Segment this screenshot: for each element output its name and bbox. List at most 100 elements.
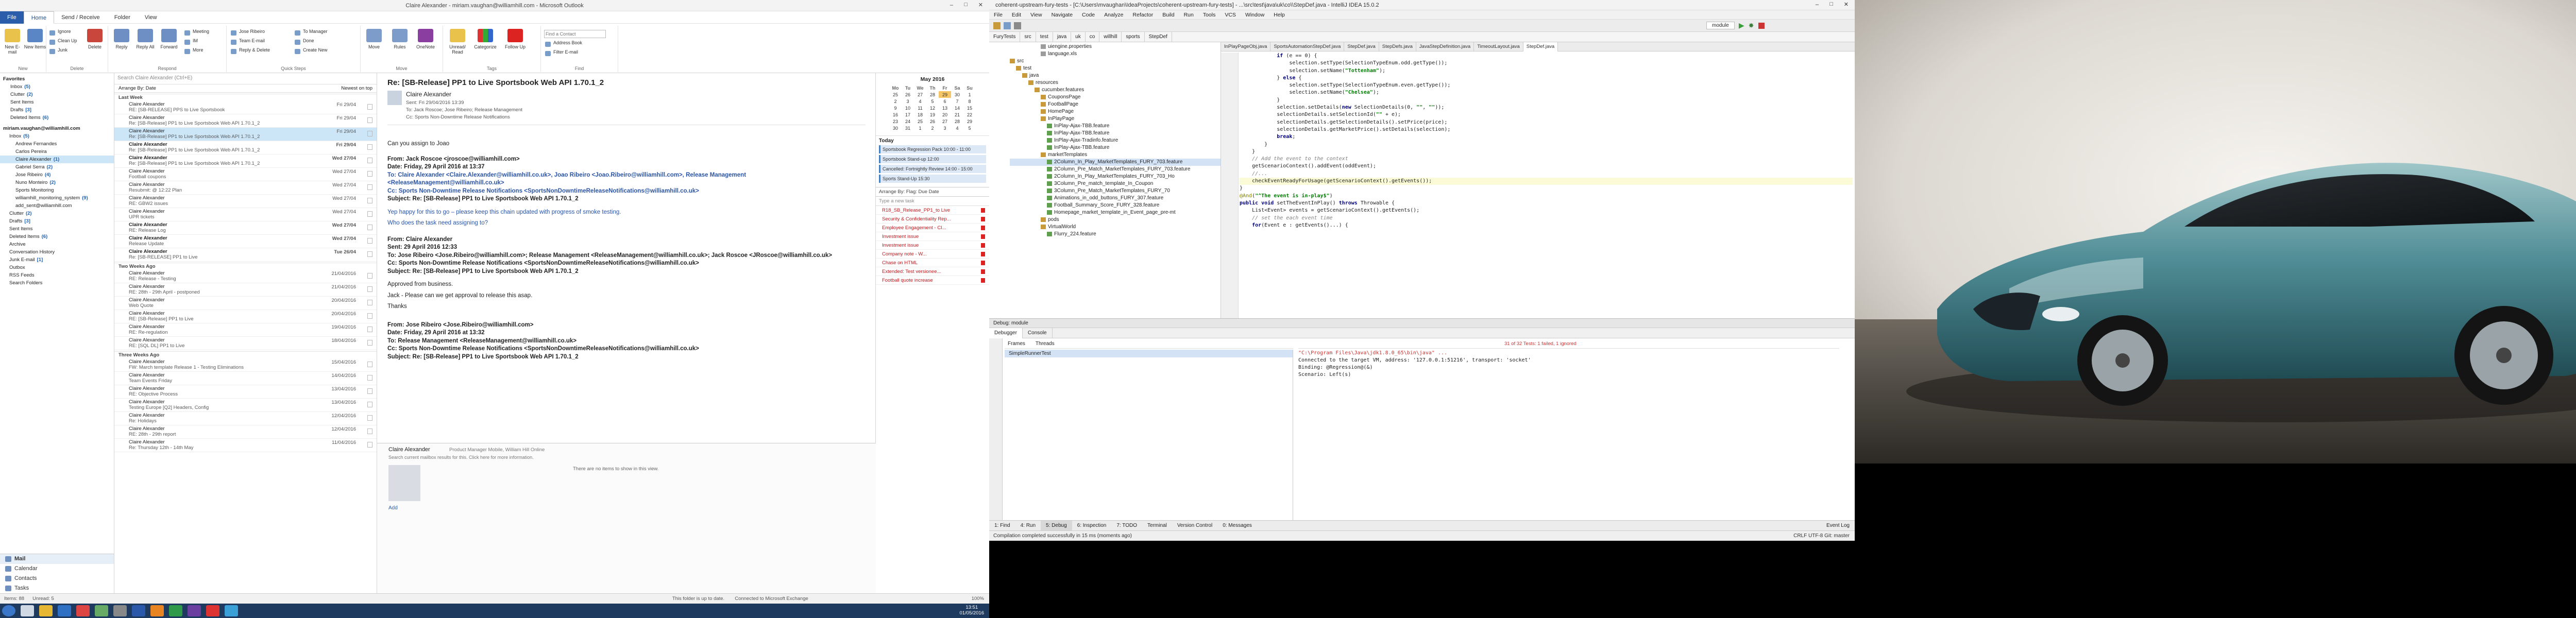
taskbar-acrobat-icon[interactable] (206, 605, 219, 616)
menu-run[interactable]: Run (1184, 12, 1194, 18)
clean-up-button[interactable]: Clean Up (48, 38, 77, 46)
list-item[interactable]: Claire Alexander RE: Release Log Wed 27/04 (114, 221, 377, 235)
calendar-day[interactable]: 10 (902, 105, 914, 111)
flag-icon[interactable] (367, 313, 372, 319)
tree-node[interactable]: uiengine.properties (1010, 43, 1221, 50)
quickstep-team[interactable]: Team E-mail (230, 38, 265, 46)
list-item[interactable]: Claire Alexander RE: GBW2 issues Wed 27/04 (114, 195, 377, 208)
quickstep-done[interactable]: Done (294, 38, 314, 46)
flag-icon[interactable] (367, 428, 372, 434)
flag-icon[interactable] (367, 104, 372, 110)
calendar-day[interactable]: 8 (963, 98, 976, 105)
task-item[interactable]: Football quote increase (876, 276, 989, 285)
new-task-input[interactable]: Type a new task (876, 197, 989, 206)
meeting-button[interactable]: Meeting (183, 29, 209, 37)
tree-node[interactable]: 3Column_Pre_Match_MarketTemplates_FURY_7… (1010, 187, 1221, 195)
favorite-folder[interactable]: Sent Items (0, 98, 114, 106)
menu-analyze[interactable]: Analyze (1104, 12, 1123, 18)
calendar-day[interactable]: 2 (889, 98, 902, 105)
message-sender[interactable]: Claire Alexander (406, 91, 451, 98)
reply-all-button[interactable]: Reply All (134, 28, 157, 57)
clock[interactable]: 13:51 01/05/2016 (959, 605, 984, 616)
mail-folder[interactable]: Outbox (0, 264, 114, 271)
nav-contacts[interactable]: Contacts (0, 574, 114, 583)
mail-folder[interactable]: Sent Items (0, 225, 114, 233)
list-item[interactable]: Claire Alexander UPR tickets Wed 27/04 (114, 208, 377, 221)
list-item[interactable]: Claire Alexander Team Events Friday 14/04/… (114, 372, 377, 385)
calendar-day[interactable]: 17 (902, 111, 914, 118)
calendar-day[interactable]: 23 (889, 118, 902, 125)
tree-node[interactable]: java (1010, 72, 1221, 79)
flag-icon[interactable] (367, 415, 372, 421)
tree-node[interactable]: FootballPage (1010, 101, 1221, 108)
favorites-header[interactable]: Favorites (0, 75, 114, 83)
tree-node[interactable]: 2Column_In_Play_MarketTemplates_FURY_703… (1010, 159, 1221, 166)
debug-icon[interactable]: ✸ (1749, 22, 1754, 30)
tree-node[interactable]: Football_Summary_Score_FURY_328.feature (1010, 202, 1221, 209)
mail-folder[interactable]: Drafts [3] (0, 217, 114, 225)
menu-build[interactable]: Build (1162, 12, 1174, 18)
event-log-button[interactable]: Event Log (1821, 521, 1855, 531)
list-item[interactable]: Claire Alexander RE: Release - Testing 21/… (114, 270, 377, 283)
more-button[interactable]: More (183, 47, 204, 56)
arrange-by[interactable]: Arrange By: Date (118, 85, 156, 91)
flag-icon[interactable] (367, 251, 372, 257)
calendar-day[interactable]: 28 (951, 118, 963, 125)
breadcrumb-item[interactable]: FuryTests (989, 31, 1021, 42)
task-item[interactable]: Security & Confidentiality Rep... (876, 215, 989, 224)
list-group-header[interactable]: Last Week (114, 94, 377, 101)
editor-tab[interactable]: StepDef.java (1344, 42, 1379, 52)
tree-node[interactable]: 2Column_Pre_Match_MarketTemplates_FURY_7… (1010, 166, 1221, 173)
flag-icon[interactable] (367, 286, 372, 292)
mail-folder[interactable]: Clutter (2) (0, 210, 114, 217)
mail-folder[interactable]: Junk E-mail [1] (0, 256, 114, 264)
tree-node[interactable]: InPlay-Ajax-Tradinfo.feature (1010, 137, 1221, 144)
list-item[interactable]: Claire Alexander Resubmit: @ 12:22 Plan We… (114, 181, 377, 195)
quickstep-jose[interactable]: Jose Ribeiro (230, 29, 265, 37)
people-name[interactable]: Claire Alexander (388, 447, 430, 453)
menu-refactor[interactable]: Refactor (1133, 12, 1154, 18)
flag-icon[interactable] (367, 225, 372, 230)
calendar-day[interactable]: 11 (914, 105, 926, 111)
menu-file[interactable]: File (994, 12, 1003, 18)
calendar-day[interactable]: 21 (951, 111, 963, 118)
flag-icon[interactable] (367, 402, 372, 407)
tool-window-tab[interactable]: 5: Debug (1041, 520, 1072, 531)
calendar-day[interactable]: 5 (963, 125, 976, 131)
calendar-day[interactable]: 14 (951, 105, 963, 111)
calendar-day[interactable]: 5 (926, 98, 939, 105)
breadcrumb-item[interactable]: test (1036, 31, 1053, 42)
calendar-day[interactable]: 15 (963, 105, 976, 111)
task-item[interactable]: Chase on HTML (876, 259, 989, 267)
maximize-icon[interactable]: □ (964, 2, 968, 8)
appointment[interactable]: Sportsbook Regression Pack 10:00 - 11:00 (879, 145, 986, 153)
tool-window-tab[interactable]: 0: Messages (1217, 521, 1257, 531)
tree-node[interactable]: language.xls (1010, 50, 1221, 58)
favorite-folder[interactable]: Clutter (2) (0, 91, 114, 98)
new-items-button[interactable]: New Items (24, 28, 46, 57)
calendar-day[interactable]: 29 (939, 91, 951, 98)
tree-node[interactable]: InPlay-Ajax-TBB.feature (1010, 123, 1221, 130)
menu-navigate[interactable]: Navigate (1052, 12, 1073, 18)
tool-window-tab[interactable]: Terminal (1142, 521, 1172, 531)
tree-node[interactable]: Homepage_market_template_in_Event_page_p… (1010, 209, 1221, 216)
tree-node[interactable]: VirtualWorld (1010, 224, 1221, 231)
tab-view[interactable]: View (138, 11, 164, 24)
ignore-button[interactable]: Ignore (48, 29, 71, 37)
list-item[interactable]: Claire Alexander FW: March template Relea… (114, 358, 377, 372)
mail-folder[interactable]: Claire Alexander (1) (0, 156, 114, 163)
start-icon[interactable] (2, 605, 15, 616)
nav-mail[interactable]: Mail (0, 554, 114, 564)
quickstep-manager[interactable]: To Manager (294, 29, 328, 37)
flag-icon[interactable] (367, 362, 372, 367)
forward-button[interactable]: Forward (158, 28, 180, 57)
flag-icon[interactable] (367, 158, 372, 163)
list-group-header[interactable]: Two Weeks Ago (114, 263, 377, 270)
mail-folder[interactable]: Deleted Items (6) (0, 233, 114, 241)
list-item[interactable]: Claire Alexander Re: [SB-Release] PP1 to … (114, 154, 377, 168)
favorite-folder[interactable]: Inbox (5) (0, 83, 114, 91)
tab-file[interactable]: File (0, 11, 24, 24)
rules-button[interactable]: Rules (388, 28, 411, 57)
frame-item[interactable]: SimpleRunnerTest (1005, 350, 1293, 357)
appointment[interactable]: Cancelled: Fortnightly Review 14:00 - 15… (879, 165, 986, 173)
